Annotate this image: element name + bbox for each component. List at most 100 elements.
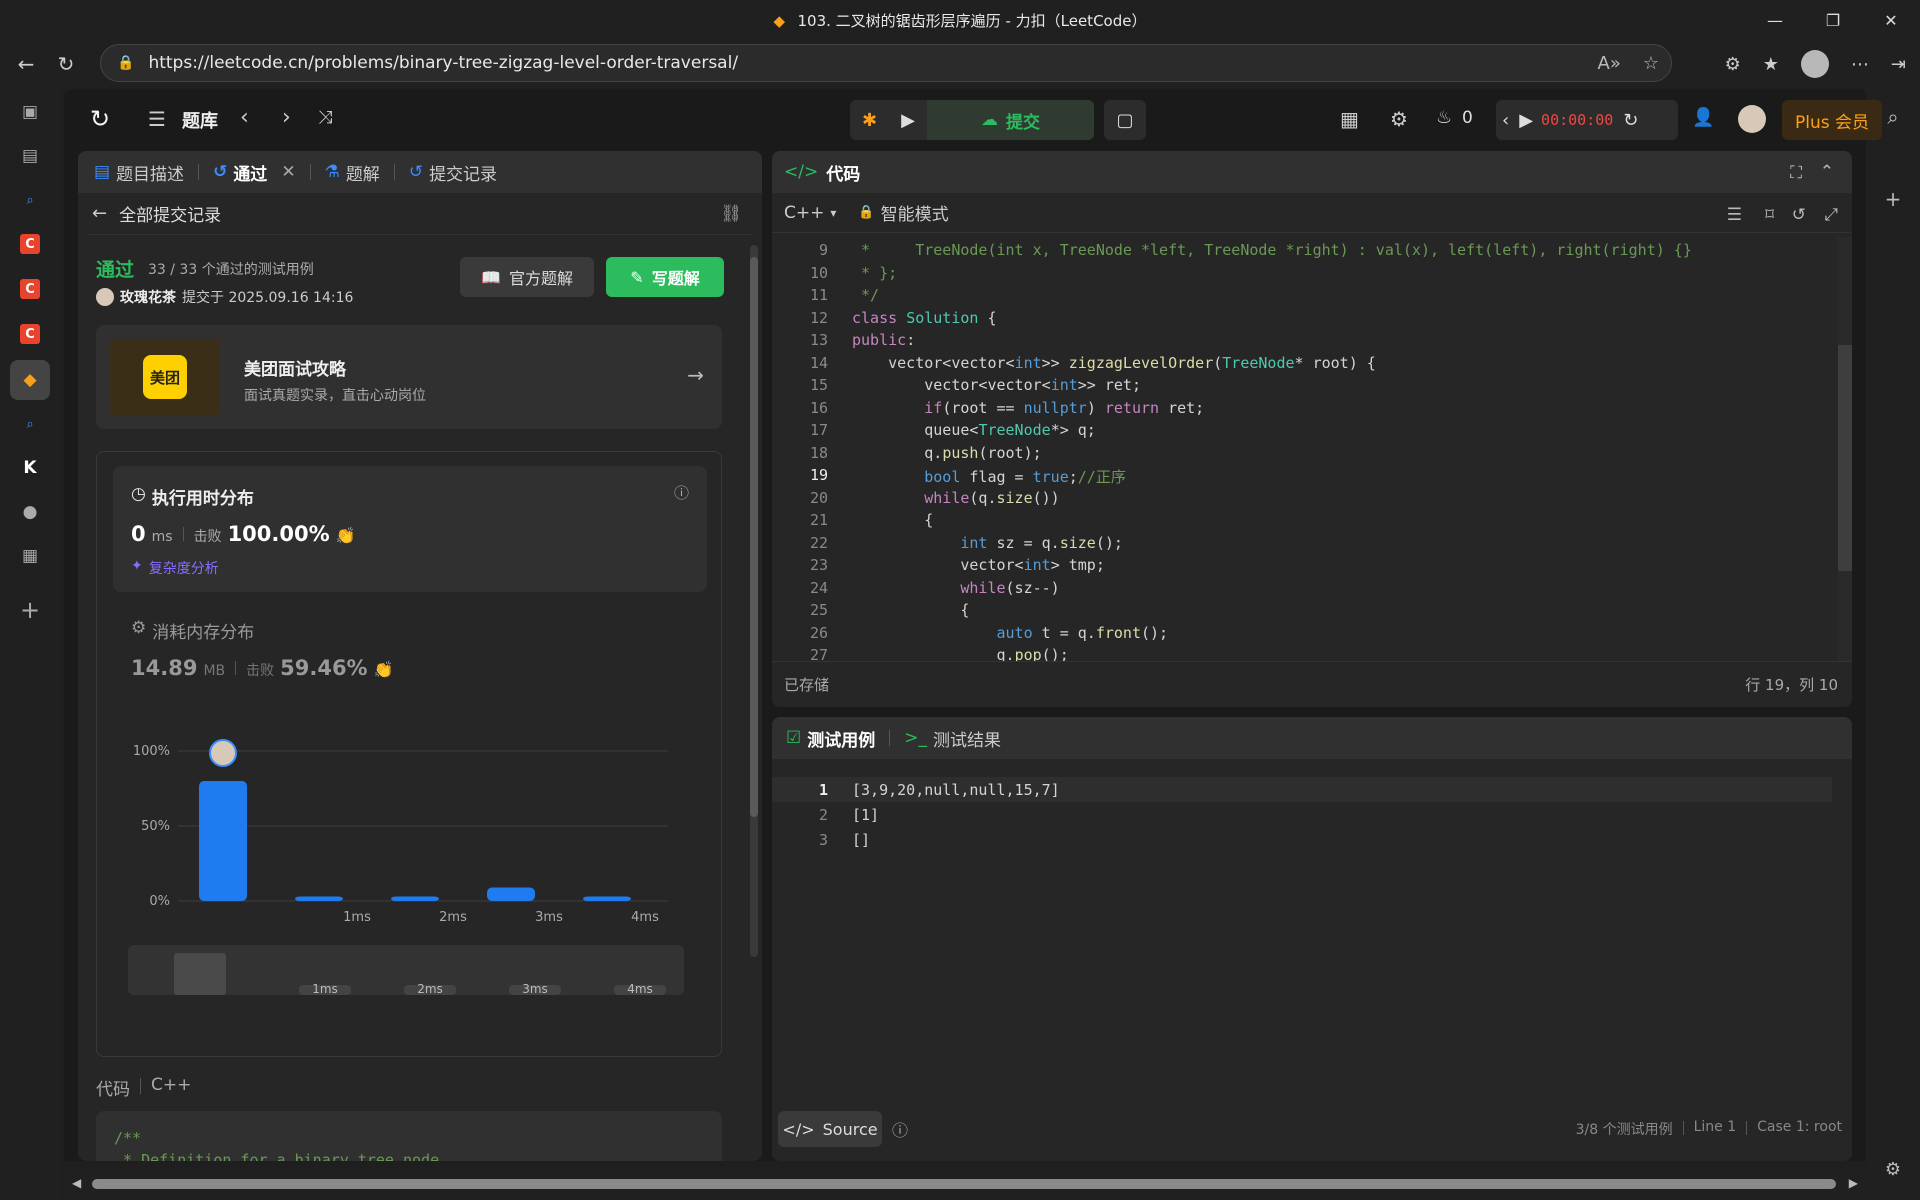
settings-icon[interactable]: ⚙ (1878, 1154, 1908, 1184)
favorite-star-icon[interactable]: ☆ (1643, 53, 1659, 74)
left-scrollbar[interactable] (750, 245, 758, 957)
language-select[interactable]: C++ (784, 203, 824, 223)
chevron-down-icon[interactable]: ▾ (830, 206, 836, 220)
more-icon[interactable]: ⋯ (1851, 54, 1869, 75)
next-problem-icon[interactable]: › (282, 105, 291, 130)
minimize-icon[interactable]: — (1746, 0, 1804, 40)
user-avatar[interactable] (1738, 105, 1766, 133)
tab-accepted[interactable]: ↺ 通过 ✕ (213, 160, 310, 185)
submitter-name[interactable]: 玫瑰花茶 (120, 287, 176, 307)
code-line[interactable]: 14 vector<vector<int>> zigzagLevelOrder(… (772, 354, 1376, 377)
collapse-icon[interactable]: ⌃ (1820, 162, 1834, 182)
code-line[interactable]: 22 int sz = q.size(); (772, 534, 1123, 557)
testcase-line[interactable]: 3 [] (772, 827, 1832, 852)
favorites-icon[interactable]: ★ (1763, 54, 1779, 75)
tab-testcase[interactable]: ☑ 测试用例 (786, 726, 889, 751)
address-bar[interactable]: 🔒 https://leetcode.cn/problems/binary-tr… (100, 44, 1672, 82)
code-line[interactable]: 9 * TreeNode(int x, TreeNode *left, Tree… (772, 241, 1692, 264)
code-line[interactable]: 13 public: (772, 331, 915, 354)
back-icon[interactable]: ← (6, 44, 46, 84)
run-icon[interactable]: ▶ (889, 100, 927, 140)
back-arrow-icon[interactable]: ← (92, 203, 107, 224)
search-icon[interactable]: ⌕ (10, 404, 50, 444)
restore-icon[interactable]: ❐ (1804, 0, 1862, 40)
debug-icon[interactable]: ✱ (850, 100, 889, 140)
promo-card[interactable]: 美团 美团面试攻略 面试真题实录，直击心动岗位 → (96, 325, 722, 429)
refresh-icon[interactable]: ↻ (46, 44, 86, 84)
fullscreen-icon[interactable]: ⛶ (1790, 163, 1802, 183)
memory-title[interactable]: ⚙ 消耗内存分布 (131, 618, 254, 643)
code-line[interactable]: 26 auto t = q.front(); (772, 624, 1168, 647)
read-aloud-icon[interactable]: A» (1598, 53, 1621, 74)
bar-0ms[interactable] (199, 781, 247, 901)
github-icon[interactable]: ● (10, 492, 50, 532)
bar-2ms[interactable] (391, 896, 439, 902)
submitter-avatar[interactable] (96, 288, 114, 306)
runtime-card[interactable]: ◷ 执行用时分布 ⓘ 0 ms 击败 100.00% 👏 ✦ 复杂度分析 (113, 466, 707, 592)
horizontal-scrollbar[interactable]: ◀ ▶ (64, 1174, 1866, 1194)
format-icon[interactable]: ☰ (1727, 205, 1742, 225)
problem-bank-link[interactable]: 题库 (182, 107, 218, 133)
expand-icon[interactable]: ⤢ (1824, 205, 1838, 225)
timer-reset-icon[interactable]: ↻ (1617, 100, 1644, 140)
official-solution-button[interactable]: 📖 官方题解 (460, 257, 594, 297)
reset-icon[interactable]: ↺ (1792, 205, 1806, 225)
submit-button[interactable]: ☁ 提交 (926, 100, 1094, 140)
settings-icon[interactable]: ⚙ (1390, 107, 1408, 131)
layout-icon[interactable]: ▦ (1340, 107, 1359, 131)
code-line[interactable]: 17 queue<TreeNode*> q; (772, 421, 1096, 444)
k-app-icon[interactable]: K (10, 448, 50, 488)
testcase-line[interactable]: 2 [1] (772, 802, 1832, 827)
add-friend-icon[interactable]: 👤 (1692, 107, 1714, 128)
code-line[interactable]: 12 class Solution { (772, 309, 997, 332)
help-icon[interactable]: ⓘ (892, 1117, 908, 1141)
code-line[interactable]: 20 while(q.size()) (772, 489, 1060, 512)
list-icon[interactable]: ☰ (148, 107, 166, 131)
editor-scrollbar[interactable] (1838, 237, 1852, 661)
bar-4ms[interactable] (583, 896, 631, 902)
tab-submissions[interactable]: ↺ 提交记录 (409, 160, 511, 185)
plus-member-button[interactable]: Plus 会员 (1782, 100, 1882, 140)
shuffle-icon[interactable]: ⤨ (318, 107, 332, 128)
timer-collapse-icon[interactable]: ‹ (1496, 100, 1515, 140)
app-c-icon[interactable]: C (20, 279, 40, 299)
close-tab-icon[interactable]: ✕ (281, 162, 295, 182)
code-line[interactable]: 15 vector<vector<int>> ret; (772, 376, 1141, 399)
tab-test-result[interactable]: >_ 测试结果 (904, 726, 1015, 751)
app-c-icon[interactable]: C (20, 234, 40, 254)
code-line[interactable]: 11 */ (772, 286, 879, 309)
bar-1ms[interactable] (295, 896, 343, 902)
notes-button[interactable]: ▢ (1104, 100, 1146, 140)
bookmark-icon[interactable]: ⌑ (1765, 205, 1774, 225)
code-line[interactable]: 24 while(sz--) (772, 579, 1060, 602)
bar-3ms[interactable] (487, 887, 535, 902)
tab-description[interactable]: ▤ 题目描述 (94, 160, 198, 185)
testcase-line[interactable]: 1 [3,9,20,null,null,15,7] (772, 777, 1832, 802)
complexity-analysis-link[interactable]: ✦ 复杂度分析 (131, 558, 219, 578)
code-line[interactable]: 21 { (772, 511, 933, 534)
tabs-icon[interactable]: ▣ (10, 92, 50, 132)
smart-mode-label[interactable]: 智能模式 (881, 200, 949, 225)
add-icon[interactable]: + (1878, 184, 1908, 214)
runtime-distribution-chart[interactable]: 0% 50% 100% 1ms 2ms 3ms 4ms 1ms 2ms 3ms 4ms (108, 731, 708, 1051)
testcase-editor[interactable]: 1 [3,9,20,null,null,15,7] 2 [1] 3 [] (772, 777, 1832, 877)
calendar-icon[interactable]: ▦ (10, 536, 50, 576)
leetcode-app-icon[interactable]: ◆ (10, 360, 50, 400)
source-button[interactable]: </> Source (778, 1111, 882, 1147)
collections-icon[interactable]: ▤ (10, 136, 50, 176)
info-icon[interactable]: ⓘ (674, 482, 689, 503)
search-icon[interactable]: ⌕ (10, 180, 50, 220)
app-c-icon[interactable]: C (20, 324, 40, 344)
tab-solutions[interactable]: ⚗ 题解 (325, 160, 394, 185)
code-line[interactable]: 19 bool flag = true;//正序 (772, 466, 1126, 489)
editor-title[interactable]: 代码 (826, 160, 860, 185)
code-line[interactable]: 10 * }; (772, 264, 897, 287)
code-line[interactable]: 23 vector<int> tmp; (772, 556, 1105, 579)
code-line[interactable]: 16 if(root == nullptr) return ret; (772, 399, 1204, 422)
sidebar-toggle-icon[interactable]: ⇥ (1891, 54, 1906, 75)
scroll-left-icon[interactable]: ◀ (72, 1176, 81, 1190)
prev-problem-icon[interactable]: ‹ (240, 105, 249, 130)
all-submissions-link[interactable]: 全部提交记录 (119, 201, 221, 226)
scroll-right-icon[interactable]: ▶ (1849, 1176, 1858, 1190)
extensions-icon[interactable]: ⚙ (1725, 54, 1741, 75)
